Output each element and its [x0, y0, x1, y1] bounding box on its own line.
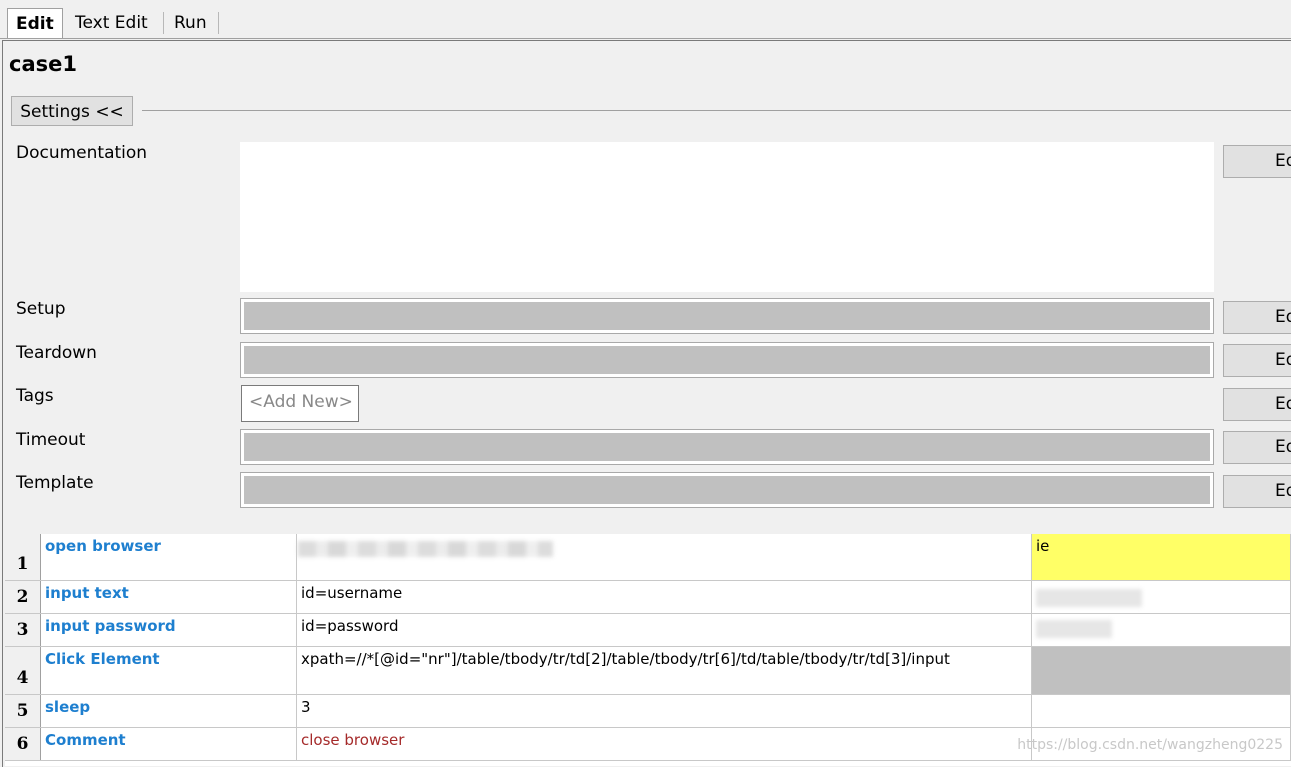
keyword-cell[interactable]: Comment	[41, 728, 297, 760]
keyword-cell[interactable]: sleep	[41, 695, 297, 727]
teardown-field-fill	[244, 346, 1210, 374]
keyword-cell[interactable]: Click Element	[41, 647, 297, 694]
keyword-cell[interactable]: open browser	[41, 534, 297, 580]
tab-separator	[163, 12, 164, 34]
row-number[interactable]: 3	[5, 614, 41, 646]
template-field-fill	[244, 476, 1210, 504]
argument-cell[interactable]: close browser	[297, 728, 1032, 760]
tab-text-edit[interactable]: Text Edit	[67, 10, 156, 36]
redacted-username	[1036, 589, 1142, 607]
teardown-edit-button[interactable]: Edit	[1223, 344, 1291, 377]
timeout-field-fill	[244, 433, 1210, 461]
setup-label: Setup	[16, 299, 66, 319]
row-number[interactable]: 6	[5, 728, 41, 760]
documentation-label: Documentation	[16, 143, 148, 163]
template-field[interactable]	[240, 472, 1214, 508]
setup-edit-button[interactable]: Edit	[1223, 301, 1291, 334]
add-tag-input[interactable]: <Add New>	[241, 385, 359, 422]
keyword-cell[interactable]: input text	[41, 581, 297, 613]
template-edit-button[interactable]: Edit	[1223, 475, 1291, 508]
tags-label: Tags	[16, 386, 54, 406]
row-number[interactable]: 4	[5, 647, 41, 694]
argument-cell[interactable]: xpath=//*[@id="nr"]/table/tbody/tr/td[2]…	[297, 647, 1032, 694]
argument-cell[interactable]: id=username	[297, 581, 1032, 613]
table-row: 5 sleep 3	[5, 695, 1291, 728]
teardown-label: Teardown	[16, 343, 97, 363]
tab-run[interactable]: Run	[166, 10, 215, 36]
redacted-url	[298, 541, 553, 557]
test-steps-grid: 1 open browser ie 2 input text id=userna…	[5, 534, 1291, 766]
template-label: Template	[16, 473, 94, 493]
argument-cell[interactable]	[1032, 647, 1291, 694]
table-row: 1 open browser ie	[5, 534, 1291, 581]
row-number[interactable]: 2	[5, 581, 41, 613]
tab-bar-divider	[0, 38, 1291, 39]
tags-edit-button[interactable]: Edit	[1223, 388, 1291, 421]
settings-divider	[142, 110, 1291, 111]
documentation-field[interactable]	[240, 142, 1214, 292]
row-number[interactable]: 1	[5, 534, 41, 580]
timeout-edit-button[interactable]: Edit	[1223, 431, 1291, 464]
teardown-field[interactable]	[240, 342, 1214, 378]
tab-separator	[218, 12, 219, 34]
setup-field[interactable]	[240, 298, 1214, 334]
tab-edit[interactable]: Edit	[7, 8, 63, 39]
table-row: 4 Click Element xpath=//*[@id="nr"]/tabl…	[5, 647, 1291, 695]
tab-bar: Edit Text Edit Run	[0, 0, 1291, 40]
watermark: https://blog.csdn.net/wangzheng0225	[1017, 737, 1283, 753]
settings-toggle-button[interactable]: Settings <<	[11, 96, 133, 126]
redacted-password	[1036, 620, 1112, 638]
argument-cell[interactable]: ie	[1032, 534, 1291, 580]
timeout-label: Timeout	[16, 430, 86, 450]
keyword-cell[interactable]: input password	[41, 614, 297, 646]
argument-cell[interactable]	[1032, 695, 1291, 727]
argument-cell[interactable]: 3	[297, 695, 1032, 727]
page-title: case1	[9, 52, 77, 76]
documentation-edit-button[interactable]: Edit	[1223, 145, 1291, 178]
argument-cell[interactable]: id=password	[297, 614, 1032, 646]
timeout-field[interactable]	[240, 429, 1214, 465]
row-number[interactable]: 5	[5, 695, 41, 727]
setup-field-fill	[244, 302, 1210, 330]
